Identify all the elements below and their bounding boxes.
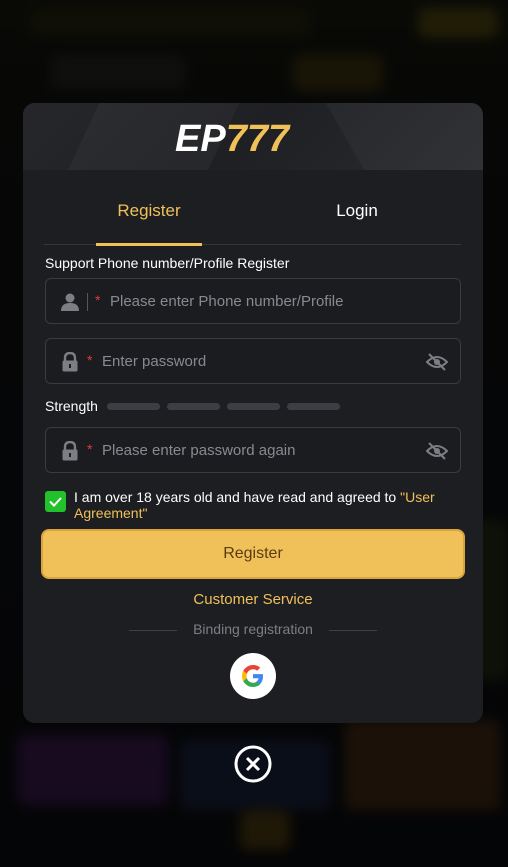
register-modal: EP777 Register Login Support Phone numbe… [23, 103, 483, 723]
customer-service-link[interactable]: Customer Service [23, 591, 483, 608]
modal-header: EP777 [23, 103, 483, 170]
lock-icon [62, 441, 78, 461]
agreement-checkbox[interactable] [45, 491, 66, 512]
lock-icon [62, 352, 78, 372]
strength-bar [287, 403, 340, 410]
register-button[interactable]: Register [41, 529, 465, 579]
required-mark: * [87, 352, 93, 368]
strength-bar [227, 403, 280, 410]
register-method-label: Support Phone number/Profile Register [45, 255, 290, 271]
required-mark: * [87, 441, 93, 457]
check-icon [49, 497, 62, 507]
binding-registration-label: Binding registration [193, 621, 313, 637]
confirm-password-field[interactable]: * [45, 427, 461, 473]
close-icon[interactable] [234, 745, 272, 783]
tab-login[interactable]: Login [304, 193, 410, 245]
tab-register[interactable]: Register [96, 193, 202, 246]
eye-off-icon[interactable] [426, 441, 448, 461]
password-input[interactable] [102, 339, 422, 383]
google-icon [242, 665, 263, 687]
logo-text-numbers: 777 [226, 118, 291, 157]
agreement-text: I am over 18 years old and have read and… [74, 489, 464, 521]
brand-logo: EP777 [175, 118, 291, 157]
phone-input[interactable] [110, 279, 440, 323]
field-divider [87, 293, 88, 311]
strength-bar [107, 403, 160, 410]
strength-label: Strength [45, 398, 98, 414]
required-mark: * [95, 292, 101, 308]
logo-text: EP777 [175, 118, 291, 157]
divider-line [329, 630, 377, 631]
confirm-password-input[interactable] [102, 428, 422, 472]
auth-tabs: Register Login [44, 193, 461, 246]
header-decoration [308, 103, 483, 170]
phone-field[interactable]: * [45, 278, 461, 324]
google-login-button[interactable] [230, 653, 276, 699]
password-field[interactable]: * [45, 338, 461, 384]
user-icon [61, 293, 79, 311]
strength-bar [167, 403, 220, 410]
eye-off-icon[interactable] [426, 352, 448, 372]
agreement-statement: I am over 18 years old and have read and… [74, 489, 401, 505]
